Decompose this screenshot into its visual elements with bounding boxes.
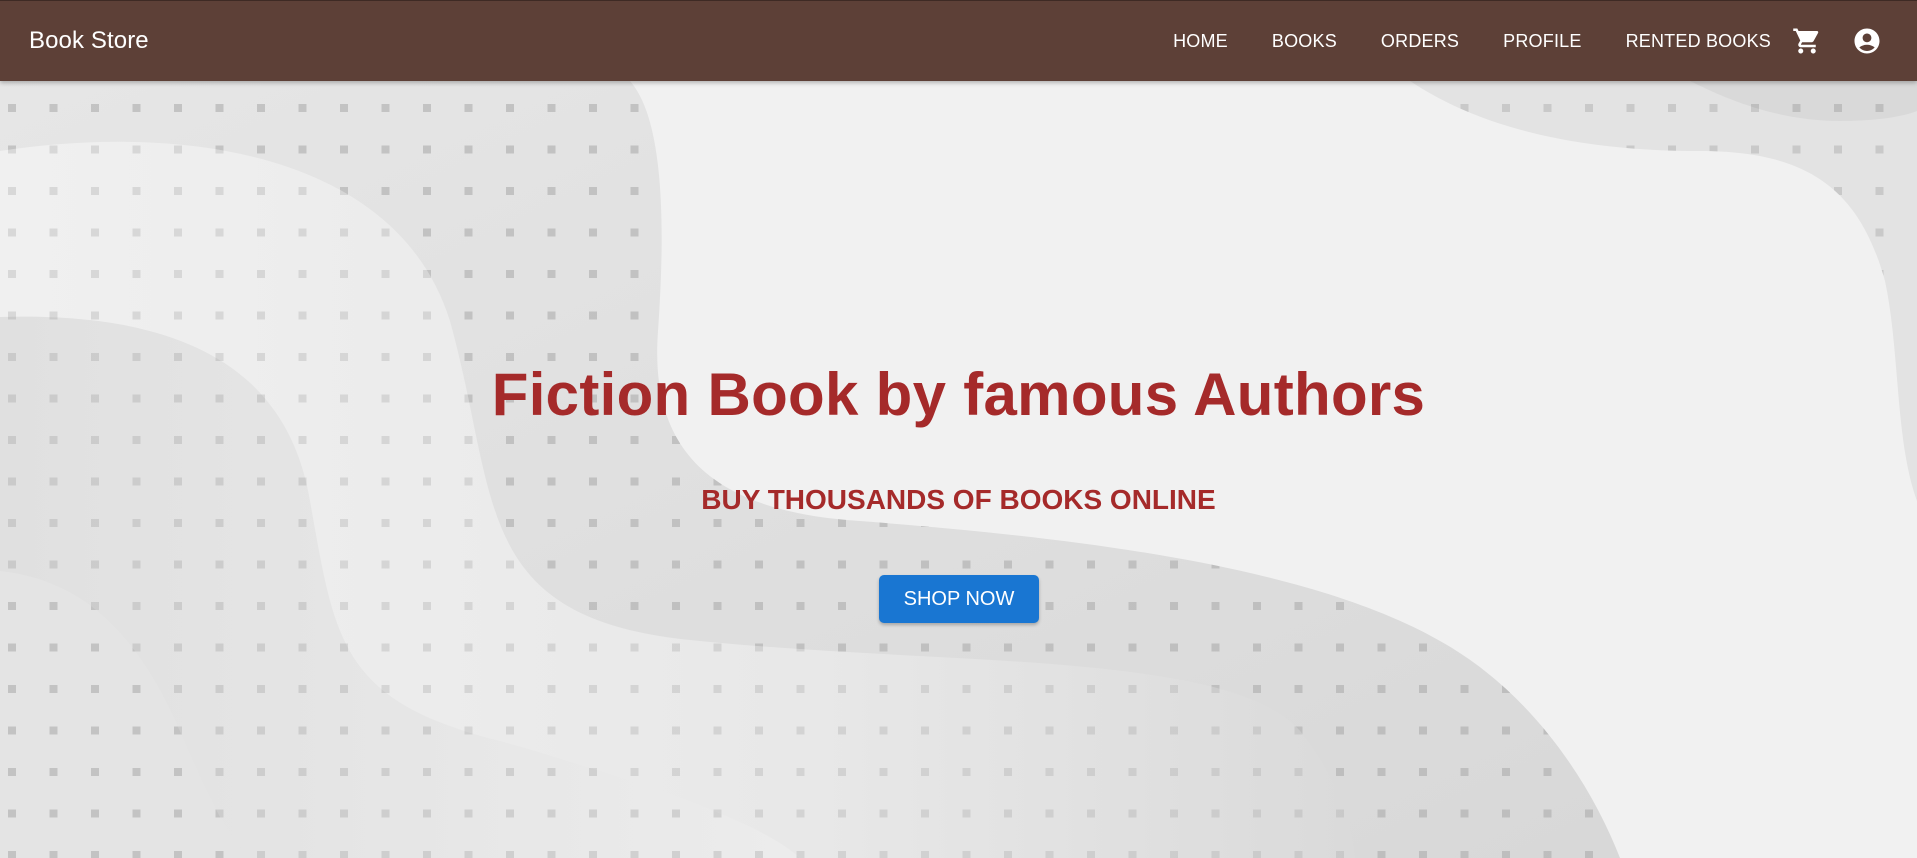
hero-section: Fiction Book by famous Authors BUY THOUS…	[0, 81, 1917, 858]
main-nav: HOME BOOKS ORDERS PROFILE RENTED BOOKS	[1151, 1, 1889, 81]
shop-now-button[interactable]: SHOP NOW	[879, 575, 1039, 623]
nav-orders[interactable]: ORDERS	[1359, 31, 1481, 52]
cart-button[interactable]	[1785, 19, 1829, 63]
app-root: Book Store HOME BOOKS ORDERS PROFILE REN…	[0, 0, 1917, 858]
cart-icon	[1793, 28, 1819, 54]
hero-title: Fiction Book by famous Authors	[491, 361, 1426, 428]
nav-books[interactable]: BOOKS	[1250, 31, 1359, 52]
nav-profile[interactable]: PROFILE	[1481, 31, 1603, 52]
nav-rented-books[interactable]: RENTED BOOKS	[1604, 31, 1781, 52]
nav-home[interactable]: HOME	[1151, 31, 1250, 52]
hero-content: Fiction Book by famous Authors BUY THOUS…	[0, 81, 1917, 858]
app-bar: Book Store HOME BOOKS ORDERS PROFILE REN…	[0, 0, 1917, 81]
account-button[interactable]	[1845, 19, 1889, 63]
account-circle-icon	[1854, 28, 1880, 54]
hero-subtitle: BUY THOUSANDS OF BOOKS ONLINE	[701, 484, 1216, 515]
brand-title[interactable]: Book Store	[29, 27, 1151, 55]
